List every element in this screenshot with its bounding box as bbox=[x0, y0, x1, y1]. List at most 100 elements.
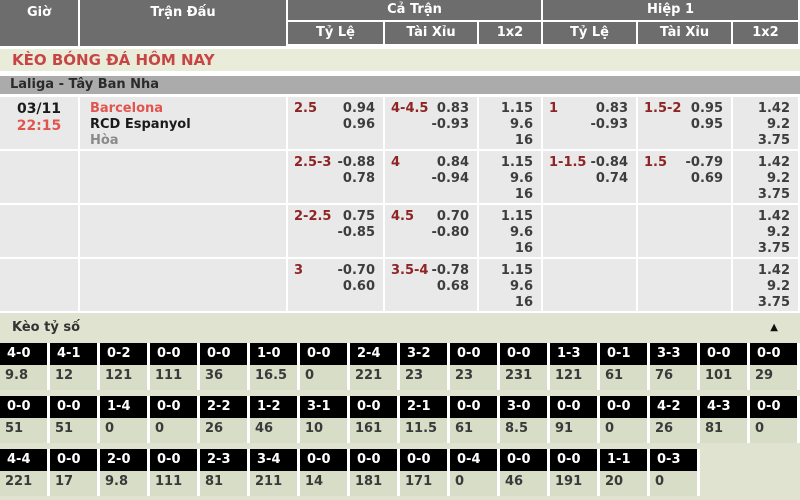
odds-value[interactable]: 1.15 bbox=[479, 101, 533, 117]
score-cell[interactable]: 4-226 bbox=[650, 396, 700, 443]
score-cell[interactable]: 0-161 bbox=[600, 343, 650, 390]
score-cell[interactable]: 0-0111 bbox=[150, 343, 200, 390]
odds-value[interactable]: 0.84 bbox=[432, 155, 469, 171]
odds-value[interactable]: 0.96 bbox=[343, 117, 375, 133]
score-cell[interactable]: 0-00 bbox=[300, 343, 350, 390]
score-cell[interactable]: 4-09.8 bbox=[0, 343, 50, 390]
score-odds: 81 bbox=[200, 471, 247, 496]
score-cell[interactable]: 0-00 bbox=[750, 396, 800, 443]
odds-value[interactable]: -0.80 bbox=[432, 225, 469, 241]
odds-value[interactable]: 1.15 bbox=[479, 155, 533, 171]
odds-value[interactable]: 1.42 bbox=[733, 263, 790, 279]
odds-value[interactable]: 3.75 bbox=[733, 295, 790, 311]
score-cell[interactable]: 0-0231 bbox=[500, 343, 550, 390]
odds-value[interactable]: -0.79 bbox=[686, 155, 723, 171]
odds-value[interactable]: 0.60 bbox=[338, 279, 375, 295]
odds-value[interactable]: 9.2 bbox=[733, 225, 790, 241]
score-cell[interactable]: 1-3121 bbox=[550, 343, 600, 390]
score-cell[interactable]: 4-112 bbox=[50, 343, 100, 390]
odds-value[interactable]: 0.95 bbox=[691, 101, 723, 117]
odds-value[interactable]: -0.93 bbox=[432, 117, 469, 133]
score-cell[interactable]: 0-017 bbox=[50, 449, 100, 496]
odds-value[interactable]: 9.6 bbox=[479, 225, 533, 241]
score-cell[interactable]: 0-00 bbox=[600, 396, 650, 443]
odds-value[interactable]: 16 bbox=[479, 133, 533, 149]
odds-value[interactable]: 3.75 bbox=[733, 133, 790, 149]
score-cell[interactable]: 0-00 bbox=[150, 396, 200, 443]
odds-value[interactable]: 9.6 bbox=[479, 117, 533, 133]
score-cell[interactable]: 0-036 bbox=[200, 343, 250, 390]
score-cell[interactable]: 0-023 bbox=[450, 343, 500, 390]
score-cell[interactable]: 2-09.8 bbox=[100, 449, 150, 496]
odds-value[interactable]: 0.83 bbox=[591, 101, 628, 117]
score-cell[interactable]: 0-0101 bbox=[700, 343, 750, 390]
odds-value[interactable]: 1.42 bbox=[733, 101, 790, 117]
score-cell[interactable]: 0-2121 bbox=[100, 343, 150, 390]
score-cell[interactable]: 1-40 bbox=[100, 396, 150, 443]
odds-value[interactable]: 16 bbox=[479, 241, 533, 257]
score-odds: 221 bbox=[0, 471, 47, 496]
odds-value[interactable]: 16 bbox=[479, 187, 533, 203]
score-cell[interactable]: 0-091 bbox=[550, 396, 600, 443]
score-cell[interactable]: 2-111.5 bbox=[400, 396, 450, 443]
odds-value[interactable]: 0.75 bbox=[338, 209, 375, 225]
score-cell[interactable]: 0-0111 bbox=[150, 449, 200, 496]
odds-value[interactable]: 0.78 bbox=[338, 171, 375, 187]
score-cell[interactable]: 0-029 bbox=[750, 343, 800, 390]
odds-value[interactable]: 1.42 bbox=[733, 209, 790, 225]
score-cell[interactable]: 0-0181 bbox=[350, 449, 400, 496]
score-cell[interactable]: 1-016.5 bbox=[250, 343, 300, 390]
odds-value[interactable]: 0.70 bbox=[432, 209, 469, 225]
score-cell[interactable]: 3-110 bbox=[300, 396, 350, 443]
score-cell[interactable]: 0-0171 bbox=[400, 449, 450, 496]
h1-1x2-cell: 1.429.23.75 bbox=[733, 205, 800, 257]
odds-value[interactable]: 9.6 bbox=[479, 279, 533, 295]
score-cell[interactable]: 2-4221 bbox=[350, 343, 400, 390]
score-cell[interactable]: 0-30 bbox=[650, 449, 700, 496]
score-cell[interactable]: 0-0161 bbox=[350, 396, 400, 443]
odds-value[interactable]: 0.68 bbox=[432, 279, 469, 295]
score-cell[interactable]: 0-0191 bbox=[550, 449, 600, 496]
odds-value[interactable]: -0.85 bbox=[338, 225, 375, 241]
score-cell[interactable]: 3-223 bbox=[400, 343, 450, 390]
score-cell[interactable]: 0-014 bbox=[300, 449, 350, 496]
odds-value[interactable]: -0.94 bbox=[432, 171, 469, 187]
score-cell[interactable]: 0-40 bbox=[450, 449, 500, 496]
score-cell[interactable]: 4-381 bbox=[700, 396, 750, 443]
odds-value[interactable]: 16 bbox=[479, 295, 533, 311]
score-label: 3-4 bbox=[250, 449, 297, 471]
score-cell[interactable]: 3-4211 bbox=[250, 449, 300, 496]
score-cell[interactable]: 0-051 bbox=[0, 396, 50, 443]
odds-value[interactable]: 9.6 bbox=[479, 171, 533, 187]
odds-value[interactable]: 1.42 bbox=[733, 155, 790, 171]
odds-value[interactable]: 0.74 bbox=[591, 171, 628, 187]
odds-value[interactable]: -0.88 bbox=[338, 155, 375, 171]
odds-value[interactable]: 1.15 bbox=[479, 209, 533, 225]
odds-value[interactable]: 0.95 bbox=[691, 117, 723, 133]
score-cell[interactable]: 3-08.5 bbox=[500, 396, 550, 443]
odds-value[interactable]: 3.75 bbox=[733, 187, 790, 203]
odds-value[interactable]: -0.93 bbox=[591, 117, 628, 133]
score-cell[interactable]: 0-061 bbox=[450, 396, 500, 443]
score-cell[interactable]: 4-4221 bbox=[0, 449, 50, 496]
odds-value[interactable]: 1.15 bbox=[479, 263, 533, 279]
odds-value[interactable]: 0.69 bbox=[686, 171, 723, 187]
odds-value[interactable]: -0.78 bbox=[432, 263, 469, 279]
odds-value[interactable]: 0.94 bbox=[343, 101, 375, 117]
odds-value[interactable]: -0.70 bbox=[338, 263, 375, 279]
h1-1x2-cell: 1.429.23.75 bbox=[733, 97, 800, 149]
odds-value[interactable]: 9.2 bbox=[733, 279, 790, 295]
collapse-arrow-icon[interactable]: ▲ bbox=[770, 313, 778, 343]
score-cell[interactable]: 0-051 bbox=[50, 396, 100, 443]
odds-value[interactable]: 9.2 bbox=[733, 171, 790, 187]
score-cell[interactable]: 3-376 bbox=[650, 343, 700, 390]
score-cell[interactable]: 0-046 bbox=[500, 449, 550, 496]
score-cell[interactable]: 1-246 bbox=[250, 396, 300, 443]
odds-value[interactable]: -0.84 bbox=[591, 155, 628, 171]
score-cell[interactable]: 2-226 bbox=[200, 396, 250, 443]
odds-value[interactable]: 9.2 bbox=[733, 117, 790, 133]
score-cell[interactable]: 1-120 bbox=[600, 449, 650, 496]
odds-value[interactable]: 3.75 bbox=[733, 241, 790, 257]
score-cell[interactable]: 2-381 bbox=[200, 449, 250, 496]
odds-value[interactable]: 0.83 bbox=[432, 101, 469, 117]
